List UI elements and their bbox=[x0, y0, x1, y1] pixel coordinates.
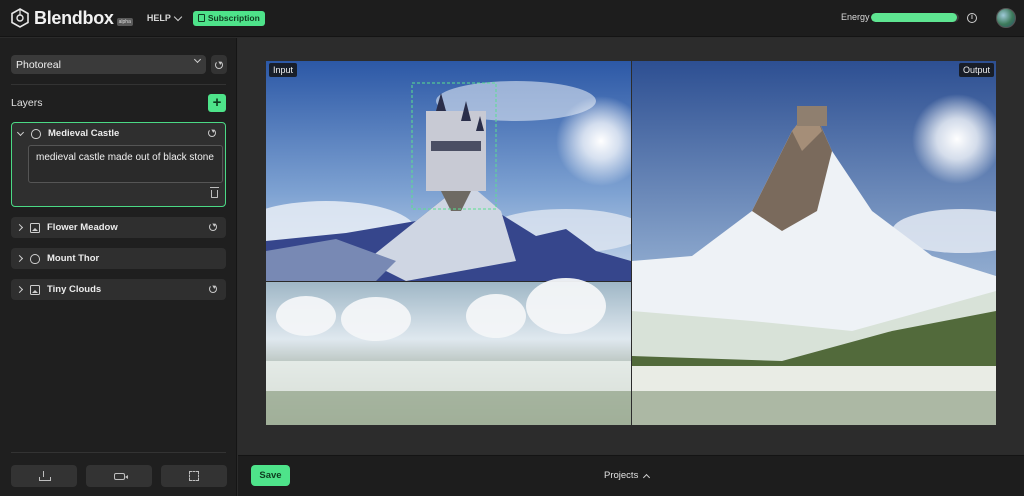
layer-item-tiny-clouds[interactable]: Tiny Clouds bbox=[11, 279, 226, 300]
top-bar: Blendbox alpha HELP Subscription Energy … bbox=[0, 0, 1024, 37]
trash-icon[interactable] bbox=[210, 187, 219, 198]
model-select-value: Photoreal bbox=[16, 58, 61, 71]
chevron-right-icon[interactable] bbox=[15, 285, 24, 294]
refresh-icon bbox=[215, 60, 223, 69]
energy-label: Energy bbox=[841, 12, 870, 22]
input-image[interactable] bbox=[266, 61, 631, 425]
subscription-button[interactable]: Subscription bbox=[192, 10, 265, 26]
layer-prompt-input[interactable]: medieval castle made out of black stone bbox=[28, 145, 223, 183]
layer-label: Mount Thor bbox=[47, 253, 100, 264]
fullscreen-button[interactable] bbox=[161, 465, 227, 487]
refresh-icon[interactable] bbox=[209, 223, 217, 231]
refresh-icon[interactable] bbox=[208, 129, 216, 137]
expand-icon bbox=[189, 471, 199, 481]
version-badge: alpha bbox=[116, 18, 133, 26]
sidebar-actions bbox=[11, 465, 227, 487]
user-avatar[interactable] bbox=[996, 8, 1016, 28]
add-layer-button[interactable]: + bbox=[208, 94, 226, 112]
divider bbox=[11, 452, 226, 453]
save-button[interactable]: Save bbox=[251, 465, 290, 486]
layer-label: Tiny Clouds bbox=[47, 284, 102, 295]
chevron-down-icon[interactable] bbox=[16, 128, 25, 136]
projects-label: Projects bbox=[604, 470, 639, 481]
layer-item-medieval-castle[interactable]: Medieval Castle medieval castle made out… bbox=[11, 122, 226, 207]
input-label: Input bbox=[269, 63, 298, 77]
output-label: Output bbox=[958, 63, 994, 77]
canvas-images: Input Output bbox=[266, 61, 996, 425]
app-name: Blendbox bbox=[34, 7, 114, 28]
output-image[interactable] bbox=[632, 61, 996, 425]
layers-sidebar: Photoreal Layers + Medieval Castle medie… bbox=[0, 38, 237, 496]
layer-label: Flower Meadow bbox=[47, 222, 118, 233]
video-camera-icon bbox=[113, 472, 128, 480]
chevron-down-icon bbox=[193, 55, 202, 64]
info-icon[interactable]: i bbox=[967, 13, 977, 23]
divider bbox=[11, 84, 226, 85]
energy-bar bbox=[871, 13, 959, 22]
help-label: HELP bbox=[146, 13, 171, 23]
chevron-right-icon[interactable] bbox=[15, 223, 24, 232]
hand-icon bbox=[30, 253, 40, 264]
projects-toggle[interactable]: Projects bbox=[604, 470, 651, 481]
record-button[interactable] bbox=[86, 465, 152, 487]
refresh-icon[interactable] bbox=[209, 285, 217, 293]
layer-item-flower-meadow[interactable]: Flower Meadow bbox=[11, 217, 226, 238]
chevron-down-icon bbox=[173, 12, 183, 21]
download-icon bbox=[39, 471, 51, 481]
energy-bar-fill bbox=[871, 13, 958, 22]
app-logo[interactable]: Blendbox alpha bbox=[10, 8, 133, 29]
subscription-icon bbox=[197, 14, 205, 22]
regenerate-button[interactable] bbox=[211, 55, 227, 74]
subscription-label: Subscription bbox=[207, 13, 260, 23]
model-select[interactable]: Photoreal bbox=[11, 55, 206, 74]
layers-heading: Layers bbox=[11, 97, 43, 109]
image-icon bbox=[30, 284, 40, 295]
bottom-bar: Save Projects bbox=[238, 455, 1024, 496]
chevron-right-icon[interactable] bbox=[15, 254, 24, 263]
layer-label: Medieval Castle bbox=[48, 128, 120, 139]
layer-item-mount-thor[interactable]: Mount Thor bbox=[11, 248, 226, 269]
help-menu[interactable]: HELP bbox=[146, 12, 183, 23]
image-icon bbox=[30, 222, 40, 233]
blendbox-logo-icon bbox=[11, 8, 29, 28]
download-button[interactable] bbox=[11, 465, 77, 487]
hand-icon bbox=[31, 128, 41, 139]
chevron-up-icon bbox=[643, 473, 651, 481]
